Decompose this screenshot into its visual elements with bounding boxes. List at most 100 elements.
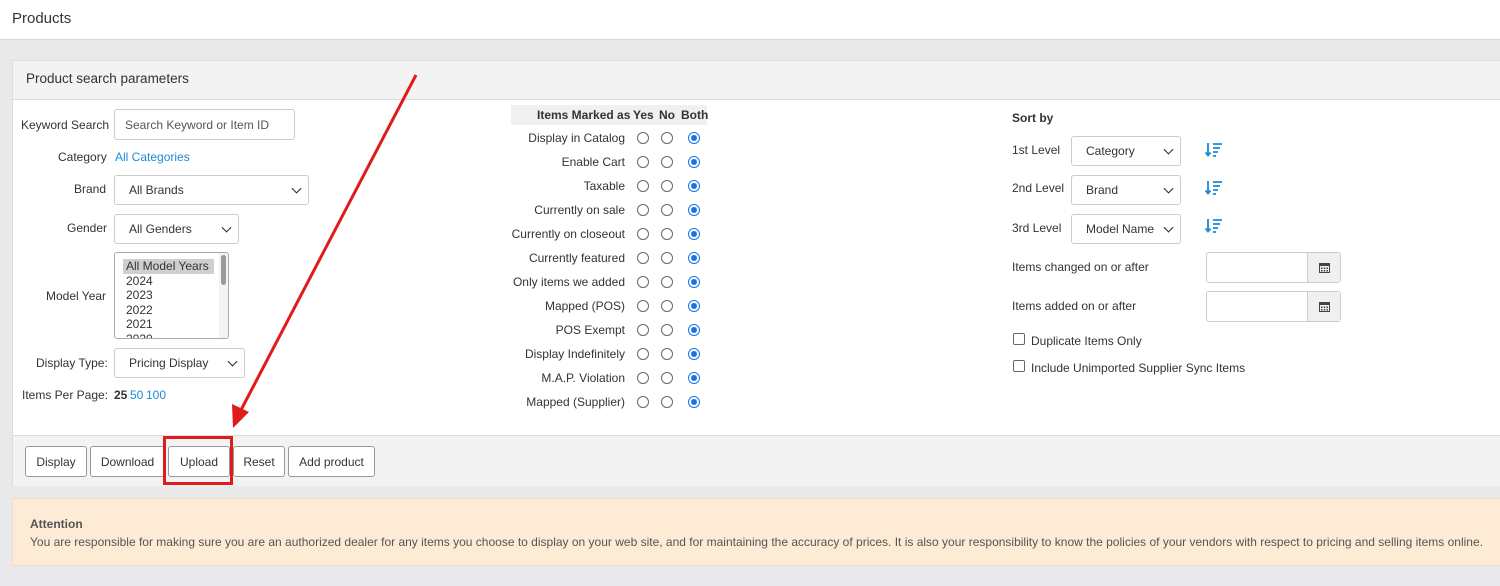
radio-both[interactable] bbox=[688, 324, 700, 336]
marked-row-label: Mapped (POS) bbox=[544, 299, 625, 313]
calendar-button[interactable] bbox=[1307, 292, 1340, 321]
radio-yes[interactable] bbox=[637, 204, 649, 216]
marked-row-label: Enable Cart bbox=[561, 155, 625, 169]
chevron-down-icon bbox=[1163, 183, 1174, 194]
radio-both[interactable] bbox=[688, 348, 700, 360]
model-year-label: Model Year bbox=[46, 289, 107, 303]
marked-row-label: POS Exempt bbox=[555, 323, 625, 337]
chevron-down-icon bbox=[221, 222, 232, 233]
items-marked-header: Items Marked as Yes No Both bbox=[511, 105, 708, 125]
radio-no[interactable] bbox=[661, 372, 673, 384]
radio-no[interactable] bbox=[661, 300, 673, 312]
sort-level1-select[interactable]: Category bbox=[1071, 136, 1181, 166]
radio-yes[interactable] bbox=[637, 372, 649, 384]
model-year-option[interactable]: 2020 bbox=[115, 332, 228, 339]
radio-yes[interactable] bbox=[637, 156, 649, 168]
sort-level2-select[interactable]: Brand bbox=[1071, 175, 1181, 205]
model-year-option[interactable]: 2023 bbox=[115, 288, 228, 303]
radio-yes[interactable] bbox=[637, 180, 649, 192]
model-year-listbox[interactable]: All Model Years 2024 2023 2022 2021 2020 bbox=[114, 252, 229, 339]
marked-row-label: Taxable bbox=[583, 179, 625, 193]
radio-both[interactable] bbox=[688, 204, 700, 216]
display-button[interactable]: Display bbox=[25, 446, 87, 477]
radio-yes[interactable] bbox=[637, 300, 649, 312]
items-per-page-100[interactable]: 100 bbox=[146, 388, 166, 402]
marked-row-label: Mapped (Supplier) bbox=[526, 395, 625, 409]
model-year-option[interactable]: 2024 bbox=[115, 274, 228, 289]
chevron-down-icon bbox=[1163, 144, 1174, 155]
scrollbar-thumb[interactable] bbox=[221, 255, 226, 285]
added-after-field[interactable] bbox=[1206, 291, 1341, 322]
radio-yes[interactable] bbox=[637, 396, 649, 408]
top-bar: Products bbox=[0, 0, 1500, 40]
sort-direction-icon[interactable] bbox=[1205, 218, 1223, 234]
radio-no[interactable] bbox=[661, 348, 673, 360]
radio-yes[interactable] bbox=[637, 324, 649, 336]
items-marked-title: Items Marked as bbox=[537, 108, 631, 122]
chevron-down-icon bbox=[1163, 222, 1174, 233]
upload-highlight-box bbox=[163, 436, 233, 485]
category-link[interactable]: All Categories bbox=[115, 150, 190, 164]
marked-row-label: Display Indefinitely bbox=[524, 347, 625, 361]
radio-both[interactable] bbox=[688, 396, 700, 408]
radio-no[interactable] bbox=[661, 204, 673, 216]
radio-yes[interactable] bbox=[637, 348, 649, 360]
duplicate-items-label: Duplicate Items Only bbox=[1031, 334, 1142, 348]
radio-both[interactable] bbox=[688, 300, 700, 312]
calendar-icon bbox=[1318, 263, 1330, 273]
radio-no[interactable] bbox=[661, 132, 673, 144]
changed-after-field[interactable] bbox=[1206, 252, 1341, 283]
listbox-scrollbar[interactable] bbox=[219, 253, 228, 338]
marked-row-label: Currently featured bbox=[528, 251, 625, 265]
radio-no[interactable] bbox=[661, 324, 673, 336]
radio-both[interactable] bbox=[688, 228, 700, 240]
radio-yes[interactable] bbox=[637, 276, 649, 288]
radio-yes[interactable] bbox=[637, 132, 649, 144]
radio-no[interactable] bbox=[661, 252, 673, 264]
brand-select-value: All Brands bbox=[129, 183, 184, 197]
radio-both[interactable] bbox=[688, 156, 700, 168]
radio-both[interactable] bbox=[688, 180, 700, 192]
items-per-page-50[interactable]: 50 bbox=[130, 388, 143, 402]
display-type-value: Pricing Display bbox=[129, 356, 209, 370]
marked-row-label: Currently on closeout bbox=[511, 227, 625, 241]
radio-no[interactable] bbox=[661, 228, 673, 240]
model-year-option[interactable]: All Model Years bbox=[123, 259, 214, 274]
col-yes: Yes bbox=[633, 108, 654, 122]
calendar-button[interactable] bbox=[1307, 253, 1340, 282]
radio-both[interactable] bbox=[688, 372, 700, 384]
radio-no[interactable] bbox=[661, 156, 673, 168]
radio-both[interactable] bbox=[688, 252, 700, 264]
attention-notice: Attention You are responsible for making… bbox=[12, 498, 1500, 566]
chevron-down-icon bbox=[291, 183, 302, 194]
keyword-label: Keyword Search bbox=[21, 118, 110, 132]
radio-both[interactable] bbox=[688, 276, 700, 288]
gender-select[interactable]: All Genders bbox=[114, 214, 239, 244]
model-year-option[interactable]: 2022 bbox=[115, 303, 228, 318]
sort-level1-value: Category bbox=[1086, 144, 1135, 158]
marked-row-label: M.A.P. Violation bbox=[541, 371, 625, 385]
model-year-option[interactable]: 2021 bbox=[115, 317, 228, 332]
unimported-items-label: Include Unimported Supplier Sync Items bbox=[1031, 361, 1246, 375]
display-type-select[interactable]: Pricing Display bbox=[114, 348, 245, 378]
radio-both[interactable] bbox=[688, 132, 700, 144]
unimported-items-checkbox[interactable] bbox=[1013, 360, 1025, 372]
marked-row-label: Only items we added bbox=[512, 275, 625, 289]
sort-level3-select[interactable]: Model Name bbox=[1071, 214, 1181, 244]
sort-direction-icon[interactable] bbox=[1205, 180, 1223, 196]
radio-yes[interactable] bbox=[637, 252, 649, 264]
duplicate-items-checkbox[interactable] bbox=[1013, 333, 1025, 345]
radio-no[interactable] bbox=[661, 396, 673, 408]
sort-direction-icon[interactable] bbox=[1205, 142, 1223, 158]
download-button[interactable]: Download bbox=[90, 446, 165, 477]
sort-level3-value: Model Name bbox=[1086, 222, 1155, 236]
radio-yes[interactable] bbox=[637, 228, 649, 240]
radio-no[interactable] bbox=[661, 276, 673, 288]
keyword-search-input[interactable] bbox=[114, 109, 295, 140]
add-product-button[interactable]: Add product bbox=[288, 446, 375, 477]
category-label: Category bbox=[58, 150, 107, 164]
reset-button[interactable]: Reset bbox=[233, 446, 285, 477]
brand-select[interactable]: All Brands bbox=[114, 175, 309, 205]
radio-no[interactable] bbox=[661, 180, 673, 192]
marked-row-label: Currently on sale bbox=[534, 203, 625, 217]
